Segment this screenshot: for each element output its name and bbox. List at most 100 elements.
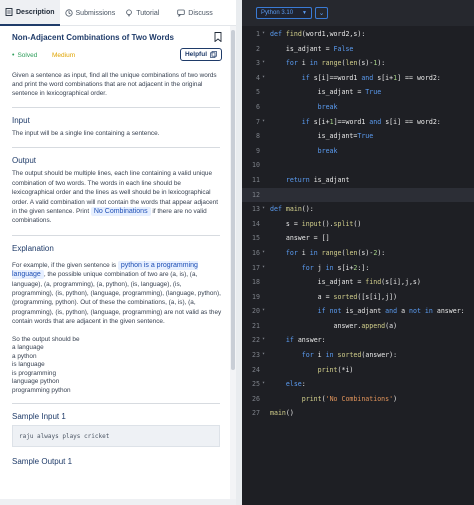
fold-icon[interactable]: ▾ — [262, 380, 265, 386]
line-number: 20 — [252, 307, 260, 316]
fold-icon[interactable]: ▾ — [262, 336, 265, 342]
code-text: for i in range(len(s)-1): — [285, 59, 386, 68]
code-line[interactable]: 17 ▾ for j in s[i+2:]: — [242, 261, 474, 276]
helpful-button[interactable]: Helpful — [179, 48, 222, 61]
code-line[interactable]: 11 return is_adjant — [242, 173, 474, 188]
input-text: The input will be a single line containi… — [12, 130, 160, 137]
code-line[interactable]: 8 is_adjant=True — [242, 129, 474, 144]
code-line[interactable]: 2 is_adjant = False — [242, 42, 474, 57]
tab-tutorial[interactable]: Tutorial — [120, 0, 164, 26]
fold-icon[interactable]: ▾ — [262, 307, 265, 313]
bookmark-icon[interactable] — [214, 32, 222, 42]
code-line[interactable]: 16 ▾ for i in range(len(s)-2): — [242, 246, 474, 261]
scrollbar-thumb[interactable] — [231, 30, 235, 370]
output-heading: Output — [12, 156, 37, 166]
code-line[interactable]: 7 ▾ if s[i+1]==word1 and s[i] == word2: — [242, 115, 474, 130]
code-text: def find(word1,word2,s): — [270, 30, 366, 38]
code-line[interactable]: 23 ▾ for i in sorted(answer): — [242, 348, 474, 363]
tab-discuss-label: Discuss — [188, 9, 213, 17]
code-text: for j in s[i+2:]: — [301, 263, 370, 272]
code-line[interactable]: 3 ▾ for i in range(len(s)-1): — [242, 56, 474, 71]
fold-icon[interactable]: ▾ — [262, 264, 265, 270]
line-number: 26 — [252, 394, 260, 403]
code-line[interactable]: 6 break — [242, 100, 474, 115]
code-line[interactable]: 24 print(*i) — [242, 363, 474, 378]
line-number: 23 — [252, 351, 260, 360]
code-line[interactable]: 26 print('No Combinations') — [242, 392, 474, 407]
code-line[interactable]: 5 is_adjant = True — [242, 85, 474, 100]
solved-badge: • Solved — [12, 52, 37, 59]
code-line[interactable]: 25 ▾ else: — [242, 377, 474, 392]
code-line[interactable]: 20 ▾ if not is_adjant and a not in answer… — [242, 304, 474, 319]
tab-submissions-label: Submissions — [75, 9, 116, 17]
code-text: print(*i) — [317, 365, 354, 374]
expected-output-list: a language a python is language is progr… — [12, 344, 224, 396]
line-number: 27 — [252, 409, 260, 418]
code-line[interactable]: 21 answer.append(a) — [242, 319, 474, 334]
line-number: 1 — [256, 30, 260, 38]
code-line[interactable]: 12 — [242, 187, 474, 203]
code-line[interactable]: 4 ▾ if s[i]==word1 and s[i+1] == word2: — [242, 71, 474, 86]
line-number: 18 — [252, 278, 260, 287]
code-line[interactable]: 1 ▾ def find(word1,word2,s): — [242, 27, 474, 42]
tab-description[interactable]: Description — [0, 0, 60, 26]
line-number: 11 — [252, 175, 260, 184]
fold-icon[interactable]: ▾ — [262, 30, 265, 36]
code-text: main() — [270, 409, 294, 418]
output-intro: So the output should be — [12, 335, 80, 343]
code-text: if s[i+1]==word1 and s[i] == word2: — [301, 117, 441, 126]
tab-description-label: Description — [16, 8, 55, 16]
fold-icon[interactable]: ▾ — [262, 118, 265, 124]
fold-icon[interactable]: ▾ — [262, 351, 265, 357]
code-text: return is_adjant — [285, 175, 350, 184]
history-icon — [64, 9, 73, 17]
line-number: 7 — [256, 117, 260, 126]
question-title: Non-Adjacent Combinations of Two Words — [12, 33, 174, 42]
code-text: is_adjant=True — [270, 132, 374, 141]
list-item: is language — [12, 361, 45, 369]
dot-icon: • — [12, 52, 15, 59]
tab-tutorial-label: Tutorial — [136, 9, 160, 17]
problem-tabs: Description Submissions Tutorial Discuss — [0, 0, 236, 26]
code-editor[interactable]: Python 3.10 ▼ ⌄ 1 ▾ def find(word1,word2,s… — [242, 0, 474, 505]
sample-output-heading: Sample Output 1 — [12, 456, 73, 466]
code-line[interactable]: 15 answer = [] — [242, 231, 474, 246]
language-label: Python 3.10 — [261, 10, 294, 16]
language-select[interactable]: Python 3.10 ▼ — [256, 7, 312, 19]
fold-icon[interactable]: ▾ — [262, 74, 265, 80]
fold-icon[interactable]: ▾ — [262, 205, 265, 211]
code-line[interactable]: 22 ▾ if answer: — [242, 333, 474, 348]
code-line[interactable]: 13 ▾ def main(): — [242, 202, 474, 217]
question-description: Given a sentence as input, find all the … — [12, 72, 217, 97]
code-line[interactable]: 14 s = input().split() — [242, 217, 474, 232]
code-text: answer.append(a) — [270, 321, 398, 330]
problem-content: Non-Adjacent Combinations of Two Words •… — [0, 26, 230, 505]
chevron-down-button[interactable]: ⌄ — [315, 7, 328, 19]
line-number: 17 — [252, 263, 260, 272]
problem-panel: Description Submissions Tutorial Discuss… — [0, 0, 236, 505]
explanation-pre: For example, if the given sentence is — [12, 261, 117, 269]
list-item: a language — [12, 344, 44, 352]
code-line[interactable]: 10 — [242, 158, 474, 173]
code-line[interactable]: 9 break — [242, 144, 474, 159]
list-item: programming python — [12, 387, 71, 395]
sample-input-heading: Sample Input 1 — [12, 411, 66, 421]
code-text: is_adjant = True — [270, 88, 382, 97]
explanation-text: For example, if the given sentence is py… — [12, 260, 224, 327]
output-text: The output should be multiple lines, eac… — [12, 169, 224, 225]
code-line[interactable]: 27 main() — [242, 406, 474, 421]
document-icon — [5, 8, 13, 16]
solved-label: Solved — [17, 52, 38, 59]
tab-discuss[interactable]: Discuss — [172, 0, 218, 26]
tab-submissions[interactable]: Submissions — [60, 0, 121, 26]
code-line[interactable]: 18 is_adjant = find(s[i],j,s) — [242, 275, 474, 290]
line-number: 14 — [252, 219, 260, 228]
code-line[interactable]: 19 a = sorted([s[i],j]) — [242, 290, 474, 305]
bulb-icon — [126, 9, 133, 17]
chevron-down-icon: ▼ — [302, 10, 307, 16]
fold-icon[interactable]: ▾ — [262, 249, 265, 255]
list-item: is programming — [12, 369, 57, 377]
line-number: 10 — [252, 161, 260, 170]
fold-icon[interactable]: ▾ — [262, 59, 265, 65]
sample-input-box: raju always plays cricket — [12, 424, 220, 447]
